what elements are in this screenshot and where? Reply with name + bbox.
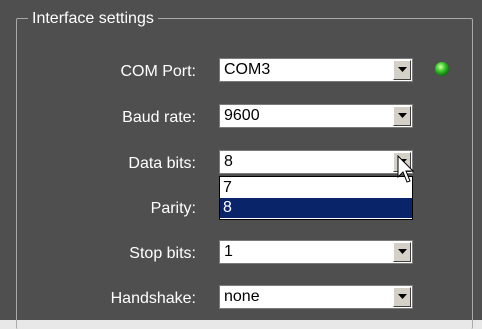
handshake-value: none — [224, 288, 260, 305]
chevron-down-icon — [398, 249, 407, 254]
stop-bits-value: 1 — [224, 243, 233, 260]
green-led-icon — [435, 62, 449, 76]
data-bits-value: 8 — [224, 153, 233, 170]
stop-bits-label: Stop bits: — [129, 245, 196, 262]
baud-rate-value: 9600 — [224, 107, 260, 124]
parity-label: Parity: — [150, 200, 196, 217]
com-port-value: COM3 — [224, 61, 271, 78]
baud-rate-label: Baud rate: — [122, 109, 196, 126]
group-title: Interface settings — [28, 9, 158, 29]
stop-bits-dropdown-button[interactable] — [393, 242, 411, 262]
data-bits-select[interactable]: 8 — [219, 150, 413, 174]
baud-rate-dropdown-button[interactable] — [393, 106, 411, 126]
dropdown-option-7[interactable]: 7 — [220, 178, 412, 198]
chevron-down-icon — [398, 67, 407, 72]
handshake-select[interactable]: none — [219, 285, 413, 309]
handshake-dropdown-button[interactable] — [393, 287, 411, 307]
chevron-down-icon — [398, 113, 407, 118]
mouse-pointer-icon — [397, 155, 415, 183]
handshake-label: Handshake: — [110, 290, 196, 307]
com-port-dropdown-button[interactable] — [393, 60, 411, 80]
com-port-select[interactable]: COM3 — [219, 58, 413, 82]
data-bits-dropdown-list: 7 8 — [219, 176, 413, 220]
dropdown-option-8[interactable]: 8 — [220, 198, 412, 218]
settings-panel: Interface settings COM Port: COM3 Baud r… — [0, 0, 482, 329]
data-bits-label: Data bits: — [128, 155, 196, 172]
stop-bits-select[interactable]: 1 — [219, 240, 413, 264]
chevron-down-icon — [398, 294, 407, 299]
baud-rate-select[interactable]: 9600 — [219, 104, 413, 128]
com-port-label: COM Port: — [120, 63, 196, 80]
